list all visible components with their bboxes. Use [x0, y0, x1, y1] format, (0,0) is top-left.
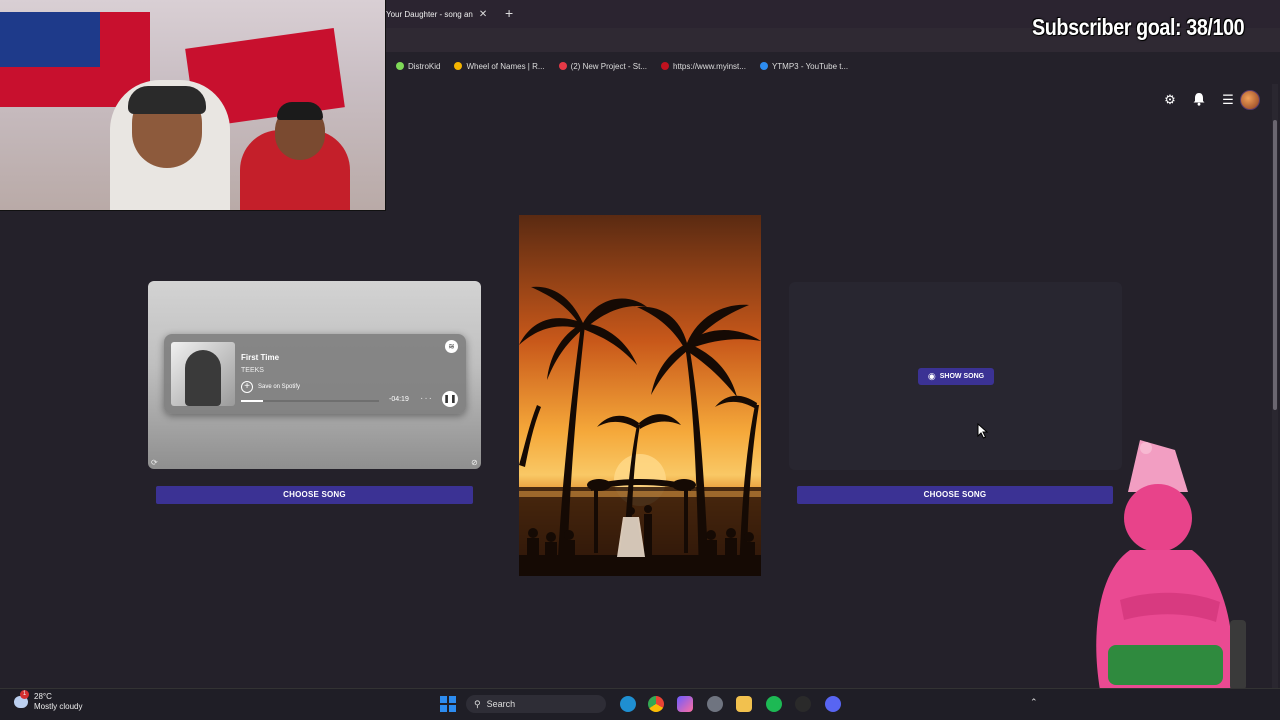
weather-temperature: 28°C: [34, 692, 52, 701]
show-song-button[interactable]: ◉ SHOW SONG: [918, 368, 994, 385]
webcam-overlay: [0, 0, 386, 211]
search-icon: ⚲: [474, 698, 481, 709]
file-explorer-icon[interactable]: [736, 696, 752, 712]
browser-tab[interactable]: Your Daughter - song an ✕: [386, 4, 498, 24]
bookmark-icon: [661, 62, 670, 70]
bookmark-label: (2) New Project - St...: [570, 61, 648, 71]
mouse-cursor-icon: [977, 422, 989, 439]
bookmark-ytmp3[interactable]: YTMP3 - YouTube t...: [759, 61, 849, 71]
new-tab-button[interactable]: +: [505, 5, 513, 21]
scrollbar-thumb[interactable]: [1273, 120, 1277, 410]
save-on-spotify-label: Save on Spotify: [258, 384, 301, 390]
menu-icon[interactable]: ☰: [1220, 92, 1236, 108]
bookmark-icon: [558, 62, 567, 70]
hide-icon[interactable]: ⊘: [471, 458, 478, 467]
bookmark-label: Wheel of Names | R...: [466, 61, 545, 71]
search-placeholder: Search: [486, 699, 516, 709]
bookmark-new-project[interactable]: (2) New Project - St...: [558, 61, 648, 71]
streamer-cap: [128, 86, 206, 114]
gear-icon[interactable]: ⚙: [1162, 92, 1178, 108]
chrome-icon[interactable]: [648, 696, 664, 712]
bookmark-distrokid[interactable]: DistroKid: [396, 62, 440, 71]
playback-progress-fill: [241, 400, 264, 402]
bookmark-icon: [759, 62, 768, 70]
copilot-icon[interactable]: [677, 696, 693, 712]
bookmark-icon: [454, 62, 463, 70]
weather-condition: Mostly cloudy: [34, 702, 83, 711]
refresh-icon[interactable]: ⟳: [151, 458, 158, 467]
eye-icon: ◉: [927, 371, 936, 381]
song-artist[interactable]: TEEKS: [241, 367, 264, 374]
plus-circle-icon: +: [241, 381, 253, 393]
guest-hair: [277, 102, 323, 120]
album-art-figure: [185, 350, 221, 406]
choose-song-button-left[interactable]: CHOOSE SONG: [156, 486, 473, 504]
settings-app-icon[interactable]: [707, 696, 723, 712]
weather-badge: 1: [20, 690, 29, 699]
wedding-sunset-image: [519, 215, 761, 576]
spotify-logo-icon[interactable]: ≋: [445, 340, 458, 353]
windows-start-icon[interactable]: [440, 696, 456, 712]
avatar[interactable]: [1240, 90, 1260, 110]
windows-taskbar: [0, 688, 1280, 720]
bookmark-wheel-of-names[interactable]: Wheel of Names | R...: [454, 61, 545, 71]
edge-icon[interactable]: [620, 696, 636, 712]
subscriber-goal-overlay: Subscriber goal: 38/100: [1032, 14, 1245, 40]
discord-icon[interactable]: [825, 696, 841, 712]
choose-song-button-right[interactable]: CHOOSE SONG: [797, 486, 1113, 504]
flag-canton: [0, 12, 100, 67]
tab-title: Your Daughter - song an: [386, 9, 473, 19]
bookmark-icon: [396, 62, 404, 70]
pink-character-overlay: [1080, 440, 1250, 695]
save-on-spotify-button[interactable]: + Save on Spotify: [241, 381, 300, 393]
weather-widget[interactable]: 1 28°C Mostly cloudy: [14, 690, 83, 712]
bookmarks-bar: DistroKid Wheel of Names | R... (2) New …: [386, 56, 1280, 76]
bookmark-myinst[interactable]: https://www.myinst...: [661, 62, 746, 71]
bookmark-label: DistroKid: [408, 61, 441, 71]
show-song-label: SHOW SONG: [939, 373, 985, 380]
bookmark-label: YTMP3 - YouTube t...: [771, 61, 849, 71]
bell-icon[interactable]: [1191, 92, 1207, 108]
time-remaining: -04:19: [389, 396, 409, 403]
spotify-app-icon[interactable]: [766, 696, 782, 712]
tab-close-icon[interactable]: ✕: [479, 9, 487, 20]
pause-button[interactable]: ❚❚: [442, 391, 458, 407]
taskbar-search[interactable]: ⚲ Search: [466, 695, 606, 713]
song-title[interactable]: First Time: [241, 353, 279, 362]
app-icon[interactable]: [795, 696, 811, 712]
system-tray-chevron-icon[interactable]: ⌃: [1030, 697, 1038, 708]
more-options-icon[interactable]: ···: [420, 393, 433, 404]
bookmark-label: https://www.myinst...: [673, 61, 746, 71]
